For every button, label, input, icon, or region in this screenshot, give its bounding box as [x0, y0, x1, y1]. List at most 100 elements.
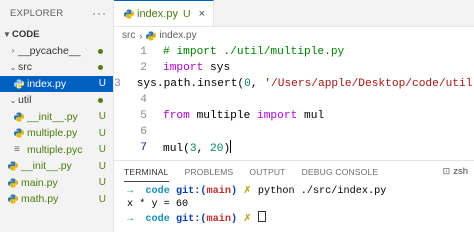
breadcrumb-item-src[interactable]: src — [122, 30, 135, 41]
close-icon[interactable]: × — [199, 8, 205, 20]
tree-item-util[interactable]: ⌄ util — [0, 92, 113, 109]
tree-item-pycache[interactable]: › __pycache__ — [0, 43, 113, 60]
chevron-down-icon: ▼ — [3, 29, 11, 39]
tree-item-label: __pycache__ — [18, 44, 81, 57]
prompt-arrow-icon: → — [127, 214, 134, 225]
terminal-line: → code git:(main) ✗ python ./src/index.p… — [127, 185, 474, 198]
prompt-branch: main — [206, 214, 231, 225]
chevron-right-icon: › — [11, 46, 15, 56]
terminal-selector[interactable]: ⊡ zsh — [443, 166, 468, 177]
tree-item-util-init-py[interactable]: __init__.py U — [0, 109, 113, 126]
prompt-git: git:( — [175, 214, 207, 225]
code-token: , — [196, 143, 211, 155]
python-file-icon — [8, 194, 18, 204]
tab-problems[interactable]: PROBLEMS — [185, 163, 234, 181]
python-file-icon — [14, 112, 24, 122]
python-file-icon — [14, 79, 24, 89]
line-number: 3 — [114, 78, 121, 90]
code-token: ) — [223, 143, 231, 155]
tree-item-main-py[interactable]: main.py U — [0, 175, 113, 192]
code-editor[interactable]: 1 # import ./util/multiple.py 2 import s… — [114, 44, 474, 156]
code-text: import sys — [163, 60, 230, 76]
tab-index-py[interactable]: index.py U × — [114, 0, 215, 26]
tree-item-label: src — [18, 61, 32, 74]
code-token: , — [250, 78, 265, 90]
terminal-output-text: x * y = 60 — [127, 199, 189, 210]
explorer-sidebar: EXPLORER ··· ▼ CODE › __pycache__ ⌄ src … — [0, 0, 114, 232]
folder-code[interactable]: ▼ CODE — [0, 26, 113, 43]
code-line: 2 import sys — [114, 60, 474, 76]
terminal-output[interactable]: → code git:(main) ✗ python ./src/index.p… — [114, 183, 474, 225]
modified-dot-icon — [98, 65, 103, 70]
code-token: multiple — [189, 110, 257, 122]
panel-tab-bar: TERMINAL PROBLEMS OUTPUT DEBUG CONSOLE ⊡… — [114, 161, 474, 183]
tree-item-multiple-pyc[interactable]: ≡ multiple.pyc U — [0, 142, 113, 159]
line-number: 1 — [140, 46, 147, 58]
more-actions-icon[interactable]: ··· — [92, 6, 107, 20]
tree-item-label: math.py — [21, 193, 59, 206]
tree-item-label: __init__.py — [21, 160, 72, 173]
editor-tab-bar: index.py U × — [114, 0, 474, 27]
tree-item-math-py[interactable]: math.py U — [0, 191, 113, 208]
breadcrumb-item-file[interactable]: index.py — [159, 30, 196, 41]
untracked-badge: U — [98, 193, 106, 205]
python-file-icon — [8, 161, 18, 171]
tab-terminal[interactable]: TERMINAL — [124, 163, 169, 182]
python-file-icon — [8, 178, 18, 188]
code-string: '/Users/apple/Desktop/code/util' — [264, 78, 474, 90]
tree-item-src[interactable]: ⌄ src — [0, 59, 113, 76]
code-keyword: import — [163, 62, 204, 74]
untracked-badge: U — [98, 160, 106, 172]
code-number: 0 — [244, 78, 251, 90]
prompt-git: git:( — [175, 186, 207, 197]
file-icon: ≡ — [14, 143, 20, 155]
tree-item-index-py[interactable]: index.py U — [0, 75, 113, 92]
terminal-cursor — [257, 211, 266, 222]
tab-debug-console[interactable]: DEBUG CONSOLE — [302, 163, 379, 181]
line-number: 2 — [140, 62, 147, 74]
prompt-git-close: ) — [231, 186, 238, 197]
editor-area: index.py U × src › index.py 1 # import .… — [114, 0, 474, 160]
chevron-down-icon: ⌄ — [9, 62, 17, 72]
folder-label: CODE — [12, 28, 40, 40]
tree-item-label: multiple.pyc — [27, 143, 83, 156]
code-line: 4 — [114, 92, 474, 108]
code-token: sys.path.insert( — [136, 78, 245, 90]
tab-untracked-badge: U — [182, 7, 191, 20]
dirty-mark-icon: ✗ — [243, 186, 252, 197]
untracked-badge: U — [98, 111, 106, 123]
tab-output[interactable]: OUTPUT — [249, 163, 285, 181]
tree-item-root-init-py[interactable]: __init__.py U — [0, 158, 113, 175]
prompt-dir: code — [145, 214, 170, 225]
text-cursor — [230, 140, 232, 153]
explorer-title: EXPLORER — [10, 7, 64, 19]
modified-dot-icon — [98, 98, 103, 103]
untracked-badge: U — [98, 78, 106, 90]
terminal-icon: ⊡ — [442, 166, 451, 176]
code-text: mul(3, 20) — [163, 140, 232, 156]
line-number: 4 — [140, 94, 147, 106]
tree-item-multiple-py[interactable]: multiple.py U — [0, 125, 113, 142]
tree-item-label: util — [18, 94, 32, 107]
code-line: 5 from multiple import mul — [114, 108, 474, 124]
code-token: mul( — [163, 143, 190, 155]
line-number: 6 — [140, 126, 147, 138]
prompt-dir: code — [145, 186, 170, 197]
tree-item-label: index.py — [27, 77, 67, 90]
untracked-badge: U — [98, 127, 106, 139]
terminal-line: x * y = 60 — [127, 198, 474, 211]
terminal-command: python ./src/index.py — [257, 186, 387, 197]
breadcrumb: src › index.py — [114, 27, 474, 44]
code-line: 6 — [114, 124, 474, 140]
python-file-icon — [124, 9, 134, 18]
tab-label: index.py — [137, 7, 178, 20]
code-text: # import ./util/multiple.py — [163, 46, 345, 58]
code-line: 7 mul(3, 20) — [114, 140, 474, 156]
untracked-badge: U — [98, 144, 106, 156]
code-keyword: import — [257, 110, 298, 122]
bottom-panel: TERMINAL PROBLEMS OUTPUT DEBUG CONSOLE ⊡… — [114, 160, 474, 232]
terminal-shell-name: zsh — [453, 166, 468, 177]
line-number: 7 — [140, 142, 147, 154]
tree-item-label: multiple.py — [27, 127, 78, 140]
python-file-icon — [14, 128, 24, 138]
